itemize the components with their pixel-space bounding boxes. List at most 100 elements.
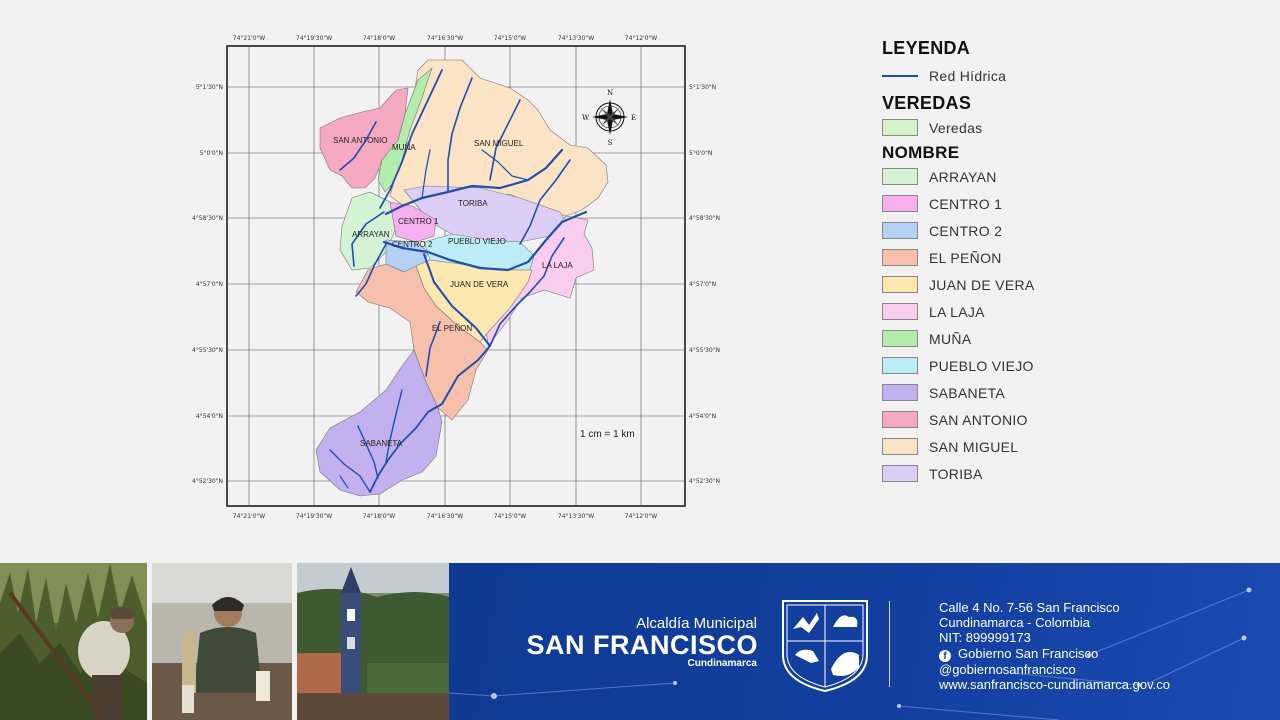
legend-row-veredas: Veredas xyxy=(882,114,1212,141)
legend-item: TORIBA xyxy=(882,460,1212,487)
legend-item: SAN MIGUEL xyxy=(882,433,1212,460)
coat-of-arms-icon xyxy=(782,600,868,693)
legend-row-red-hidrica: Red Hídrica xyxy=(882,62,1212,89)
compass-w: W xyxy=(582,114,590,122)
veredas-title: VEREDAS xyxy=(882,93,972,113)
lat-label: 4°55'30"N xyxy=(689,347,720,354)
legend-item: PUEBLO VIEJO xyxy=(882,352,1212,379)
lon-label: 74°16'30"W xyxy=(427,513,463,520)
footer: Alcaldía Municipal SAN FRANCISCO Cundina… xyxy=(0,563,1280,720)
lon-label: 74°12'0"W xyxy=(625,513,657,520)
scale-text: 1 cm = 1 km xyxy=(580,429,635,440)
lat-label: 4°57'0"N xyxy=(689,281,716,288)
lat-label: 4°55'30"N xyxy=(192,347,223,354)
legend-item: MUÑA xyxy=(882,325,1212,352)
legend-item: SABANETA xyxy=(882,379,1212,406)
lat-label: 4°52'30"N xyxy=(689,478,720,485)
lat-label: 4°54'0"N xyxy=(689,413,716,420)
compass-s: S xyxy=(608,139,613,147)
river-line-icon xyxy=(882,67,918,84)
label-centro1: CENTRO 1 xyxy=(398,217,439,226)
legend-item-label: PUEBLO VIEJO xyxy=(929,357,1034,374)
legend-label: Veredas xyxy=(929,119,983,136)
legend-item-label: LA LAJA xyxy=(929,303,985,320)
legend: LEYENDA Red Hídrica VEREDAS Veredas NOMB… xyxy=(882,38,1212,487)
contact-facebook: Gobierno San Francisco xyxy=(958,645,1099,661)
legend-items: ARRAYAN CENTRO 1 CENTRO 2 EL PEÑON JUAN DE V… xyxy=(882,163,1212,487)
contact-website[interactable]: www.sanfrancisco-cundinamarca.gov.co xyxy=(939,677,1170,692)
label-toriba: TORIBA xyxy=(458,199,488,208)
label-muna: MUÑA xyxy=(392,143,416,152)
legend-item: CENTRO 2 xyxy=(882,217,1212,244)
compass-e: E xyxy=(631,114,636,122)
photo-artisan-image xyxy=(152,563,292,720)
label-el-penon: EL PEÑON xyxy=(432,324,472,333)
legend-swatch xyxy=(882,384,918,401)
lat-label: 4°54'0"N xyxy=(196,413,223,420)
veredas-swatch xyxy=(882,119,918,136)
lon-label: 74°15'0"W xyxy=(494,35,526,42)
contact-address: Calle 4 No. 7-56 San Francisco xyxy=(939,600,1120,615)
lat-label: 4°57'0"N xyxy=(196,281,223,288)
lat-label: 4°58'30"N xyxy=(689,215,720,222)
municipio-text: SAN FRANCISCO xyxy=(526,630,758,660)
legend-swatch xyxy=(882,411,918,428)
legend-item-label: EL PEÑON xyxy=(929,249,1002,266)
lon-label: 74°19'30"W xyxy=(296,35,332,42)
legend-swatch xyxy=(882,303,918,320)
map-svg: 74°21'0"W 74°19'30"W 74°18'0"W 74°16'30"… xyxy=(192,35,720,520)
label-pueblo-viejo: PUEBLO VIEJO xyxy=(448,237,506,246)
legend-swatch xyxy=(882,249,918,266)
legend-item-label: TORIBA xyxy=(929,465,983,482)
photo-farmer-image xyxy=(0,563,147,720)
lat-label: 4°52'30"N xyxy=(192,478,223,485)
legend-title: LEYENDA xyxy=(882,38,971,58)
label-san-antonio: SAN ANTONIO xyxy=(333,136,388,145)
lon-label: 74°13'30"W xyxy=(558,35,594,42)
lon-label: 74°21'0"W xyxy=(233,35,265,42)
legend-item-label: CENTRO 2 xyxy=(929,222,1003,239)
legend-item-label: JUAN DE VERA xyxy=(929,276,1035,293)
legend-item-label: CENTRO 1 xyxy=(929,195,1003,212)
label-san-miguel: SAN MIGUEL xyxy=(474,139,524,148)
lat-label: 5°1'30"N xyxy=(689,84,716,91)
right-lat-labels: 5°1'30"N 5°0'0"N 4°58'30"N 4°57'0"N 4°55… xyxy=(689,84,720,485)
label-centro2: CENTRO 2 xyxy=(392,240,433,249)
lat-label: 4°58'30"N xyxy=(192,215,223,222)
legend-swatch xyxy=(882,465,918,482)
photo-artisan xyxy=(152,563,292,720)
legend-swatch xyxy=(882,222,918,239)
compass-n: N xyxy=(607,89,613,97)
lat-label: 5°1'30"N xyxy=(196,84,223,91)
label-arrayan: ARRAYAN xyxy=(352,230,390,239)
top-lon-labels: 74°21'0"W 74°19'30"W 74°18'0"W 74°16'30"… xyxy=(233,35,657,42)
legend-swatch xyxy=(882,276,918,293)
lon-label: 74°13'30"W xyxy=(558,513,594,520)
photo-church xyxy=(297,563,449,720)
lon-label: 74°15'0"W xyxy=(494,513,526,520)
lon-label: 74°21'0"W xyxy=(233,513,265,520)
banner-divider xyxy=(889,601,890,687)
lon-label: 74°18'0"W xyxy=(363,513,395,520)
legend-swatch xyxy=(882,438,918,455)
photo-church-image xyxy=(297,563,449,720)
departamento-text: Cundinamarca xyxy=(687,658,757,669)
legend-item: CENTRO 1 xyxy=(882,190,1212,217)
contact-handle[interactable]: @gobiernosanfrancisco xyxy=(939,662,1170,677)
legend-item: EL PEÑON xyxy=(882,244,1212,271)
legend-item-label: ARRAYAN xyxy=(929,168,997,185)
legend-swatch xyxy=(882,168,918,185)
legend-item-label: SAN MIGUEL xyxy=(929,438,1019,455)
lat-label: 5°0'0"N xyxy=(200,150,223,157)
label-juan-de-vera: JUAN DE VERA xyxy=(450,280,509,289)
lat-label: 5°0'0"N xyxy=(689,150,712,157)
map-frame: 74°21'0"W 74°19'30"W 74°18'0"W 74°16'30"… xyxy=(190,30,730,520)
legend-item-label: MUÑA xyxy=(929,330,972,347)
contact-location: Cundinamarca - Colombia xyxy=(939,615,1091,631)
legend-item: LA LAJA xyxy=(882,298,1212,325)
legend-item: SAN ANTONIO xyxy=(882,406,1212,433)
photo-farmer xyxy=(0,563,147,720)
lon-label: 74°18'0"W xyxy=(363,35,395,42)
contact-facebook-row[interactable]: f Gobierno San Francisco xyxy=(939,646,1170,662)
lon-label: 74°16'30"W xyxy=(427,35,463,42)
